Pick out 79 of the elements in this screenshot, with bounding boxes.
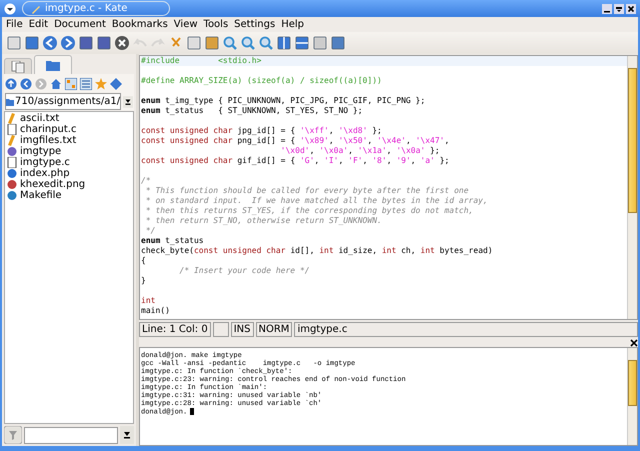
code-line: enum t_img_type { PIC_UNKNOWN, PIC_JPG, PIC_GIF, PIC_PNG }; [141,96,426,106]
code-line: { [141,256,146,266]
list-view-icon[interactable] [80,78,92,90]
code-line: * then return ST_NO, otherwise return ST_UNKNOWN. [144,216,382,226]
code-editor[interactable] [139,55,638,320]
split-h-icon[interactable] [294,35,310,51]
menu-item[interactable]: Tools [204,19,228,30]
code-line: * then this returns ST_YES, if the corresponding bytes do not match, [144,206,474,216]
folder-tab[interactable] [34,55,72,74]
file-name[interactable]: charinput.c [20,124,76,135]
close-icon[interactable] [626,4,636,14]
find-icon[interactable] [222,35,238,51]
file-name: imgtype.c [294,322,638,337]
menu-item[interactable]: View [174,19,198,30]
code-line: } [141,276,146,286]
up-icon[interactable] [5,78,17,90]
source-file-icon [7,157,17,168]
documents-tab[interactable] [4,58,32,74]
insert-mode: INS [230,322,254,337]
menu-item[interactable]: Bookmarks [112,19,168,30]
find-prev-icon[interactable] [258,35,274,51]
forward-icon[interactable] [60,35,76,51]
file-name[interactable]: imgfiles.txt [20,135,76,146]
scroll-bar[interactable] [627,348,637,445]
menu-item[interactable]: Help [281,19,304,30]
code-line: /* Insert your code here */ [180,266,310,276]
minimize-icon[interactable] [602,4,612,14]
diamond-icon[interactable] [110,78,122,90]
dropdown-icon[interactable] [123,94,133,108]
menu-item[interactable]: Settings [234,19,276,30]
code-line: * on standard input. If we have matched all the bytes in the id array, [144,196,488,206]
code-line: /* [141,176,151,186]
code-line: int [141,296,156,306]
folder-icon [46,59,60,71]
code-line: const unsigned char png_id[] = { '\x89', '\x50', '\x4e', '\x47', [141,136,450,146]
file-name[interactable]: ascii.txt [20,113,60,124]
icon-view-icon[interactable] [65,78,77,90]
scroll-bar[interactable] [627,56,637,319]
source-file-icon [7,124,17,135]
code-line: enum t_status [141,236,204,246]
code-line: '\x0d', '\x0a', '\x1a', '\x0a' }; [280,146,440,156]
code-line: const unsigned char jpg_id[] = { '\xff', '\xd8' }; [141,126,382,136]
code-line: main() [141,306,170,316]
close-icon[interactable] [114,35,130,51]
split-v-icon[interactable] [276,35,292,51]
folder-icon [6,98,14,106]
file-name[interactable]: Makefile [20,190,62,201]
edit-mode: NORM [256,322,292,337]
menu-item[interactable]: Edit [28,19,48,30]
code-line: const unsigned char gif_id[] = { 'G', 'I', 'F', '8', '9', 'a' }; [141,156,450,166]
maximize-icon[interactable] [614,4,624,14]
star-icon[interactable] [95,78,107,90]
filter-field[interactable] [24,426,118,444]
cursor-position: Line: 1 Col: 0 [139,322,211,337]
find-next-icon[interactable] [240,35,256,51]
file-name[interactable]: imgtype.c [20,157,70,168]
window-title: imgtype.c - Kate [22,1,170,16]
home-icon[interactable] [50,78,62,90]
menu-item[interactable]: File [6,19,23,30]
filter-icon[interactable] [4,426,22,444]
file-name[interactable]: khexedit.png [20,179,86,190]
code-line: */ [144,226,156,236]
app-icon [31,4,41,14]
file-name[interactable]: imgtype [20,146,62,157]
back-icon[interactable] [42,35,58,51]
text-cursor [190,408,194,415]
dropdown-icon[interactable] [120,426,134,444]
back-icon[interactable] [20,78,32,90]
menu-item[interactable]: Document [54,19,106,30]
menu-icon[interactable] [4,2,16,14]
code-line: #define ARRAY_SIZE(a) (sizeof(a) / sizeof((a)[0])) [141,76,382,86]
path-field[interactable]: 710/assignments/a1/ [5,93,122,110]
code-line: enum t_status { ST_UNKNOWN, ST_YES, ST_NO }; [141,106,363,116]
code-line: check_byte(const unsigned char id[], int id_size, int ch, int bytes_read) [141,246,493,256]
file-name[interactable]: index.php [20,168,70,179]
status-field [212,322,229,337]
code-line: * This function should be called for every byte after the first one [144,186,469,196]
terminal-panel[interactable] [139,347,638,446]
close-icon[interactable] [630,339,638,347]
